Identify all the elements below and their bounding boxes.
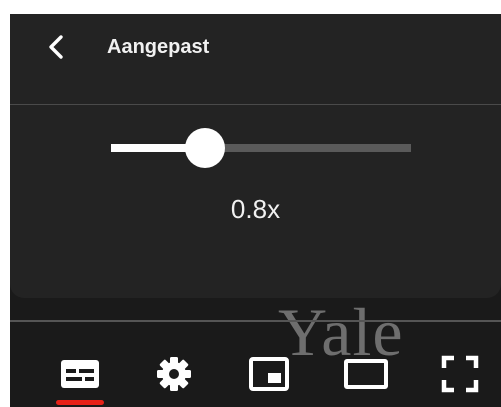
subtitles-button[interactable] [58,352,102,396]
theater-mode-button[interactable] [344,352,388,396]
speed-value-label: 0.8x [230,194,281,224]
speed-slider[interactable] [111,126,411,170]
miniplayer-button[interactable] [247,352,291,396]
chevron-left-icon [49,35,63,59]
playback-speed-panel: Aangepast 0.8x [10,14,501,298]
fullscreen-icon [441,355,479,393]
subtitles-icon [61,360,99,388]
slider-track[interactable] [111,144,411,152]
theater-mode-icon [344,359,388,389]
panel-divider [10,104,501,105]
back-button[interactable] [42,32,72,62]
panel-title: Aangepast [107,36,210,58]
miniplayer-icon [249,357,289,391]
player-controls [10,340,501,407]
settings-button[interactable] [152,352,196,396]
fullscreen-button[interactable] [438,352,482,396]
progress-bar[interactable] [10,320,501,322]
gear-icon [157,357,191,391]
panel-header: Aangepast [10,14,501,104]
slider-thumb[interactable] [185,128,226,168]
video-player[interactable]: Yale Aangepast 0.8x [10,14,501,407]
captions-active-indicator [56,400,104,405]
